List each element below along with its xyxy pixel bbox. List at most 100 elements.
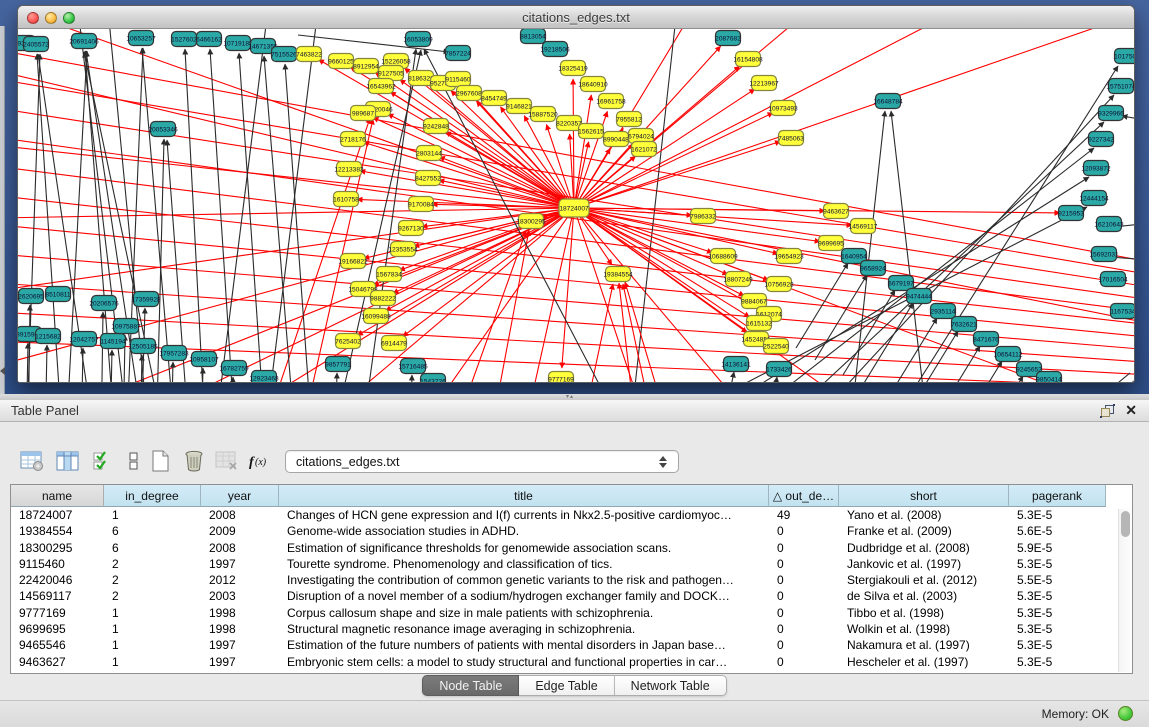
tab-node-table[interactable]: Node Table — [422, 675, 519, 696]
tab-edge-table[interactable]: Edge Table — [519, 675, 614, 696]
graph-node[interactable]: 16210643 — [1094, 217, 1124, 232]
graph-edge[interactable] — [1113, 373, 1130, 383]
table-row[interactable]: 969969511998Structural magnetic resonanc… — [11, 621, 1132, 637]
graph-node[interactable]: 1621072 — [631, 142, 657, 157]
graph-node[interactable]: 19166822 — [338, 254, 368, 269]
graph-node[interactable]: 7986332 — [690, 209, 716, 224]
graph-node[interactable]: 9267130 — [398, 221, 424, 236]
graph-node[interactable]: 18640910 — [578, 77, 608, 92]
column-header-short[interactable]: short — [839, 485, 1009, 507]
graph-node[interactable]: 1567834 — [376, 267, 402, 282]
graph-node[interactable]: 12505185 — [128, 339, 158, 354]
graph-node[interactable]: 10688609 — [708, 249, 738, 264]
graph-node[interactable]: 2087682 — [715, 31, 741, 46]
graph-node[interactable]: 1017504 — [1114, 49, 1135, 64]
graph-node[interactable]: 9463627 — [823, 204, 849, 219]
graph-node[interactable]: 16782759 — [219, 361, 249, 376]
collapse-panel-arrow-icon[interactable] — [0, 367, 5, 375]
graph-node[interactable]: 20053346 — [148, 122, 178, 137]
memory-ok-indicator[interactable] — [1118, 706, 1133, 721]
table-row[interactable]: 1456911722003Disruption of a novel membe… — [11, 588, 1132, 604]
delete-columns-button[interactable] — [180, 448, 208, 474]
graph-node[interactable]: 19218506 — [540, 42, 570, 57]
window-titlebar[interactable]: citations_edges.txt — [18, 6, 1134, 29]
graph-edge[interactable] — [18, 249, 1135, 353]
table-row[interactable]: 946362711997Embryonic stem cells: a mode… — [11, 654, 1132, 670]
graph-edge[interactable] — [843, 290, 895, 375]
graph-node[interactable]: 9658924 — [860, 261, 886, 276]
graph-node[interactable]: 1543726 — [420, 374, 446, 384]
float-panel-icon[interactable] — [1100, 404, 1115, 418]
graph-node[interactable]: 9850414 — [1036, 372, 1062, 384]
graph-edge[interactable] — [574, 208, 747, 333]
graph-node[interactable]: 18807249 — [723, 272, 753, 287]
graph-edge[interactable] — [18, 339, 1135, 383]
graph-node[interactable]: 2620695 — [18, 289, 44, 304]
graph-node[interactable]: 7955812 — [616, 112, 642, 127]
graph-edge[interactable] — [399, 208, 574, 270]
create-column-button[interactable] — [146, 448, 174, 474]
graph-node[interactable]: 12042757 — [69, 332, 99, 347]
graph-node[interactable]: 2935114 — [930, 304, 956, 319]
graph-edge[interactable] — [578, 284, 613, 383]
graph-node[interactable]: 6466162 — [196, 32, 222, 47]
graph-node[interactable]: 12093872 — [1081, 161, 1111, 176]
graph-edge[interactable] — [18, 139, 574, 208]
graph-node[interactable]: 16648784 — [873, 94, 903, 109]
graph-node[interactable]: 19654923 — [774, 249, 804, 264]
graph-node[interactable]: 12923468 — [249, 371, 279, 384]
tab-network-table[interactable]: Network Table — [615, 675, 727, 696]
select-columns-button[interactable] — [54, 448, 82, 474]
graph-node[interactable]: 9699695 — [818, 236, 844, 251]
column-header-out_de[interactable]: △ out_de… — [769, 485, 839, 507]
graph-node[interactable]: 10756928 — [764, 277, 794, 292]
column-header-pagerank[interactable]: pagerank — [1009, 485, 1106, 507]
graph-node[interactable]: 9857791 — [325, 357, 351, 372]
function-builder-button[interactable]: f(x) — [246, 448, 274, 474]
graph-node[interactable]: 15751074 — [1106, 79, 1135, 94]
graph-node[interactable]: 15692031 — [1089, 247, 1119, 262]
graph-node[interactable]: 18724007 — [559, 199, 589, 217]
table-mode-button[interactable] — [18, 448, 46, 474]
graph-edge[interactable] — [410, 375, 412, 383]
graph-edge[interactable] — [171, 362, 173, 383]
column-header-year[interactable]: year — [201, 485, 279, 507]
graph-node[interactable]: 7515526 — [271, 47, 297, 62]
graph-node[interactable]: 18300295 — [516, 214, 546, 229]
selection-mode-button[interactable] — [90, 448, 118, 474]
graph-node[interactable]: 18325419 — [558, 61, 588, 76]
graph-node[interactable]: 16961758 — [596, 94, 626, 109]
graph-node[interactable]: 1733426 — [766, 362, 792, 377]
graph-node[interactable]: 1527602 — [171, 32, 197, 47]
graph-node[interactable]: 16053809 — [403, 32, 433, 47]
graph-edge[interactable] — [619, 283, 638, 383]
graph-node[interactable]: 17016504 — [1098, 272, 1128, 287]
graph-node[interactable]: 9115460 — [445, 72, 471, 87]
graph-node[interactable]: 1610758 — [333, 192, 359, 207]
table-row[interactable]: 2242004622012Investigating the contribut… — [11, 572, 1132, 588]
graph-node[interactable]: 1615132 — [746, 316, 772, 331]
graph-node[interactable]: 7857224 — [445, 46, 471, 61]
graph-node[interactable]: 12213383 — [334, 162, 364, 177]
graph-node[interactable]: 989687 — [351, 106, 376, 121]
graph-node[interactable]: 9660125 — [328, 54, 354, 69]
graph-node[interactable]: 7485063 — [778, 131, 804, 146]
graph-edge[interactable] — [796, 263, 848, 348]
graph-node[interactable]: 9777169 — [548, 372, 574, 384]
graph-node[interactable]: 10653257 — [126, 31, 156, 46]
graph-node[interactable]: 10654112 — [994, 347, 1023, 362]
graph-node[interactable]: 20206576 — [89, 296, 119, 311]
graph-node[interactable]: 8813054 — [520, 29, 546, 44]
column-header-title[interactable]: title — [279, 485, 769, 507]
graph-node[interactable]: 19384554 — [603, 267, 633, 282]
table-selector[interactable]: citations_edges.txt — [285, 450, 679, 473]
graph-node[interactable]: 8990448 — [603, 132, 629, 147]
graph-node[interactable]: 2803144 — [416, 146, 442, 161]
graph-node[interactable]: 12213967 — [749, 76, 779, 91]
graph-node[interactable]: 9474444 — [906, 289, 932, 304]
graph-edge[interactable] — [335, 373, 337, 383]
scrollbar-thumb[interactable] — [1121, 511, 1130, 537]
close-panel-icon[interactable]: ✕ — [1125, 402, 1137, 419]
table-row[interactable]: 1830029562008Estimation of significance … — [11, 540, 1132, 556]
graph-node[interactable]: 16099488 — [361, 309, 391, 324]
